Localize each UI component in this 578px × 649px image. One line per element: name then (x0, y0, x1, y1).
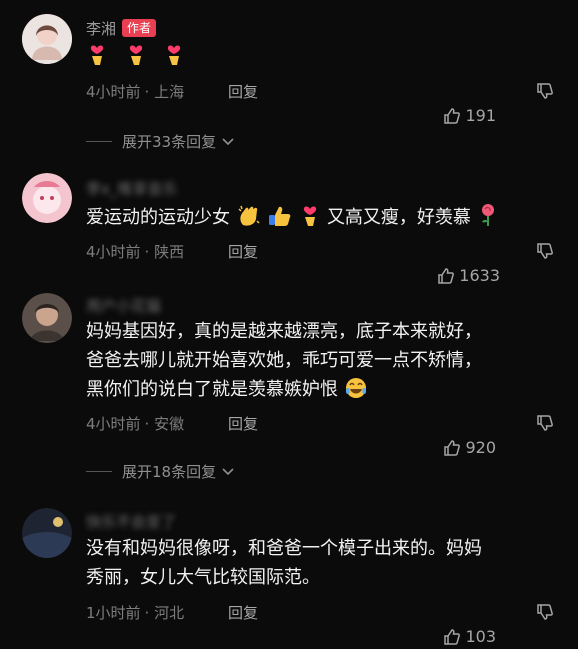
like-icon (444, 629, 461, 645)
rose-emoji (481, 204, 494, 226)
comment-item: 用户小花猫 妈妈基因好，真的是越来越漂亮，底子本来就好， 爸爸去哪儿就开始喜欢她… (0, 285, 578, 485)
chevron-down-icon (222, 467, 234, 475)
expand-replies-button[interactable]: 展开18条回复 (86, 461, 236, 482)
username[interactable]: 用户小花猫 (86, 295, 161, 316)
timestamp: 1小时前 (86, 604, 141, 622)
comment-line: 妈妈基因好，真的是越来越漂亮，底子本来就好， (86, 321, 482, 342)
comment-text-part: 又高又瘦，好羡慕 (326, 207, 471, 228)
comment-line: 没有和妈妈很像呀，和爸爸一个模子出来的。妈妈 (86, 538, 482, 559)
comment-item: 快乐不会变了 没有和妈妈很像呀，和爸爸一个模子出来的。妈妈 秀丽，女儿大气比较国… (0, 498, 578, 646)
comment-line-text: 黑你们的说白了就是羡慕嫉妒恨 (86, 379, 338, 400)
avatar[interactable] (22, 173, 72, 223)
comment-text: 没有和妈妈很像呀，和爸爸一个模子出来的。妈妈 秀丽，女儿大气比较国际范。 (86, 534, 558, 592)
comment-text-part: 爱运动的运动少女 (86, 207, 230, 228)
dislike-icon[interactable] (536, 414, 554, 432)
expand-replies-label: 展开18条回复 (122, 463, 217, 481)
avatar-image (22, 173, 72, 223)
avatar-image (22, 293, 72, 343)
dislike-icon[interactable] (536, 82, 554, 100)
comment-meta: 4小时前 · 陕西 回复 1633 (86, 240, 558, 285)
tears-of-joy-emoji (345, 378, 366, 398)
location: 安徽 (154, 415, 185, 433)
reply-button[interactable]: 回复 (228, 240, 258, 264)
comment-meta: 1小时前 · 河北 回复 103 (86, 601, 558, 646)
avatar[interactable] (22, 293, 72, 343)
thumbs-up-emoji (269, 206, 291, 226)
reply-button[interactable]: 回复 (228, 80, 258, 104)
timestamp: 4小时前 (86, 83, 141, 101)
reply-button[interactable]: 回复 (228, 601, 258, 625)
like-button[interactable]: 920 (443, 436, 496, 460)
avatar[interactable] (22, 14, 72, 64)
heart-hands-emoji (168, 45, 181, 65)
like-count: 103 (465, 627, 496, 646)
like-button[interactable]: 191 (443, 104, 496, 128)
heart-hands-emoji (304, 206, 317, 226)
username[interactable]: 快乐不会变了 (86, 511, 176, 532)
like-icon (444, 440, 461, 456)
username-text: 李湘 (86, 20, 117, 38)
reply-button[interactable]: 回复 (228, 412, 258, 436)
location: 上海 (154, 83, 185, 101)
timestamp: 4小时前 (86, 243, 141, 261)
avatar[interactable] (22, 508, 72, 558)
comment-meta: 4小时前 · 上海 回复 191 (86, 80, 558, 125)
author-badge: 作者 (122, 19, 157, 37)
heart-hands-emoji (129, 45, 142, 65)
avatar-image (22, 508, 72, 558)
dislike-icon[interactable] (536, 242, 554, 260)
divider (86, 471, 112, 472)
like-count: 191 (465, 106, 496, 125)
clap-emoji (238, 205, 260, 226)
comment-line: 黑你们的说白了就是羡慕嫉妒恨 (86, 375, 558, 404)
comment-item: 李x_唯享音乐 爱运动的运动少女 又高又瘦，好羡慕 4小时前 · 陕西 回复 16… (0, 165, 578, 285)
location: 陕西 (154, 243, 185, 261)
location: 河北 (154, 604, 185, 622)
avatar-image (22, 14, 72, 64)
heart-hands-emoji (90, 45, 104, 65)
expand-replies-label: 展开33条回复 (122, 133, 217, 151)
like-button[interactable]: 103 (443, 625, 496, 649)
comment-text (86, 42, 558, 71)
divider (86, 141, 112, 142)
like-icon (444, 108, 461, 124)
comment-meta: 4小时前 · 安徽 回复 920 (86, 412, 558, 457)
like-count: 920 (465, 438, 496, 457)
comment-line: 秀丽，女儿大气比较国际范。 (86, 567, 320, 588)
comment-text: 妈妈基因好，真的是越来越漂亮，底子本来就好， 爸爸去哪儿就开始喜欢她，乖巧可爱一… (86, 317, 558, 404)
username[interactable]: 李湘 作者 (86, 18, 157, 39)
expand-replies-button[interactable]: 展开33条回复 (86, 131, 236, 152)
like-icon (438, 268, 455, 284)
comment-text: 爱运动的运动少女 又高又瘦，好羡慕 (86, 203, 558, 232)
comment-item: 李湘 作者 4小时前 · 上海 回复 191 展开33条回复 (0, 0, 578, 151)
username[interactable]: 李x_唯享音乐 (86, 178, 177, 199)
timestamp: 4小时前 (86, 415, 141, 433)
dislike-icon[interactable] (536, 603, 554, 621)
chevron-down-icon (222, 137, 234, 145)
comment-line: 爸爸去哪儿就开始喜欢她，乖巧可爱一点不矫情， (86, 350, 482, 371)
